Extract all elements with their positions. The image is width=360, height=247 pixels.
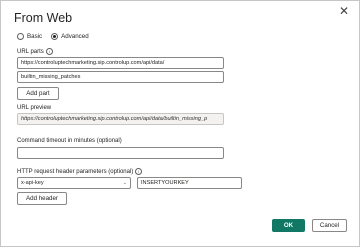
ok-button[interactable]: OK (272, 219, 305, 232)
mode-radio-group: Basic Advanced (17, 33, 98, 40)
url-parts-label: URL parts i (17, 48, 53, 55)
headers-label-text: HTTP request header parameters (optional… (17, 168, 134, 175)
header-key-value: x-api-key (21, 180, 44, 186)
headers-label: HTTP request header parameters (optional… (17, 168, 143, 175)
url-preview-label: URL preview (17, 105, 52, 111)
close-icon[interactable]: ✕ (336, 3, 352, 19)
url-part-1-input[interactable]: https://controluptechmarketing.sip.contr… (17, 57, 224, 69)
info-icon[interactable]: i (135, 168, 143, 175)
url-preview-field: https://controluptechmarketing.sip.contr… (17, 113, 224, 125)
url-part-2-input[interactable]: builtin_missing_patches (17, 71, 224, 83)
radio-basic[interactable] (17, 33, 24, 40)
add-part-button[interactable]: Add part (17, 87, 59, 100)
dialog-title: From Web (14, 11, 73, 25)
radio-advanced-label[interactable]: Advanced (61, 33, 89, 40)
timeout-label: Command timeout in minutes (optional) (17, 138, 122, 144)
header-key-select[interactable]: x-api-key ⌄ (17, 177, 131, 189)
chevron-down-icon: ⌄ (122, 180, 127, 186)
radio-basic-label[interactable]: Basic (27, 33, 42, 40)
add-header-button[interactable]: Add header (17, 192, 67, 205)
cancel-button[interactable]: Cancel (312, 219, 347, 232)
timeout-input[interactable] (17, 147, 224, 159)
info-icon[interactable]: i (45, 48, 53, 55)
url-parts-label-text: URL parts (17, 48, 44, 55)
radio-advanced[interactable] (51, 33, 59, 40)
header-value-input[interactable]: INSERTYOURKEY (137, 177, 242, 189)
